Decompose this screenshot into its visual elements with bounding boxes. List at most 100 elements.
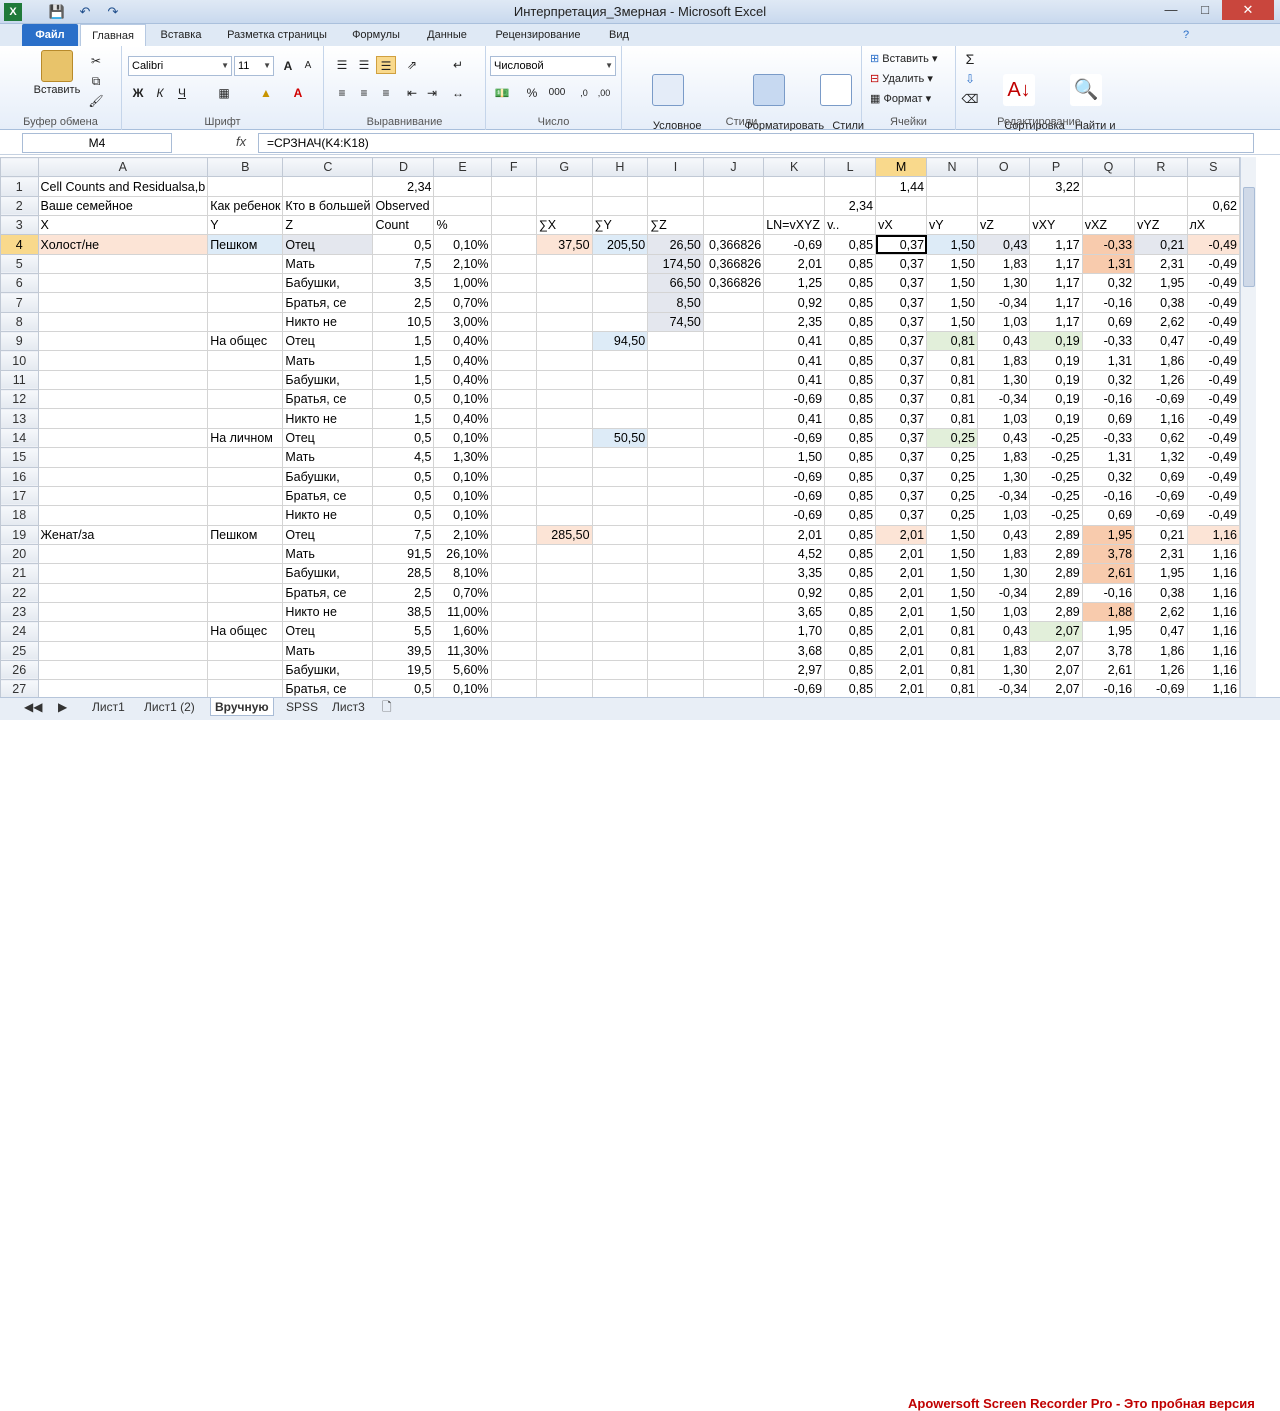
minimize-button[interactable]: — <box>1154 0 1188 20</box>
cell-h23[interactable] <box>591 601 649 623</box>
cell-n16[interactable]: 0,25 <box>926 466 979 487</box>
cell-q7[interactable]: -0,16 <box>1081 292 1136 313</box>
cell-r15[interactable]: 1,32 <box>1134 447 1188 468</box>
cell-f7[interactable] <box>490 292 537 313</box>
cell-d2[interactable]: Observed <box>372 195 435 217</box>
cell-f23[interactable] <box>490 601 537 623</box>
column-header-p[interactable]: P <box>1029 157 1083 178</box>
cell-d23[interactable]: 38,5 <box>372 601 435 623</box>
cell-s18[interactable]: -0,49 <box>1186 505 1240 526</box>
cell-n6[interactable]: 1,50 <box>926 273 979 294</box>
cell-o23[interactable]: 1,03 <box>977 601 1031 623</box>
cell-c8[interactable]: Никто не <box>282 311 374 333</box>
row-header[interactable]: 13 <box>0 408 39 429</box>
cell-e12[interactable]: 0,10% <box>433 389 492 410</box>
increase-decimal-icon[interactable]: ,0 <box>574 84 594 102</box>
format-cells-button[interactable]: ▦ Формат ▾ <box>870 90 931 108</box>
cell-d1[interactable]: 2,34 <box>372 176 435 197</box>
orientation-icon[interactable]: ⇗ <box>402 56 422 74</box>
shrink-font-icon[interactable]: A <box>298 57 318 75</box>
sheet-tab-5[interactable]: Лист3 <box>328 698 369 716</box>
merge-center-icon[interactable]: ↔ <box>448 84 468 102</box>
cell-a10[interactable] <box>37 350 209 371</box>
cell-o20[interactable]: 1,83 <box>977 543 1031 565</box>
cell-j7[interactable] <box>702 292 765 313</box>
increase-indent-icon[interactable]: ⇥ <box>422 84 442 102</box>
cell-k15[interactable]: 1,50 <box>763 447 826 468</box>
cell-r21[interactable]: 1,95 <box>1134 563 1188 584</box>
cell-b17[interactable] <box>207 485 284 507</box>
cell-p18[interactable]: -0,25 <box>1029 505 1083 526</box>
cell-h5[interactable] <box>591 253 649 275</box>
cell-f9[interactable] <box>490 331 537 352</box>
cell-a17[interactable] <box>37 485 209 507</box>
cell-j16[interactable] <box>702 466 765 487</box>
cell-r5[interactable]: 2,31 <box>1134 253 1188 275</box>
cell-m24[interactable]: 2,01 <box>875 621 928 642</box>
row-header[interactable]: 12 <box>0 389 39 410</box>
cell-r4[interactable]: 0,21 <box>1134 234 1188 255</box>
cell-m26[interactable]: 2,01 <box>875 659 928 681</box>
cell-j23[interactable] <box>702 601 765 623</box>
cell-h24[interactable] <box>591 621 649 642</box>
cell-q14[interactable]: -0,33 <box>1081 427 1136 449</box>
cell-n14[interactable]: 0,25 <box>926 427 979 449</box>
cell-h21[interactable] <box>591 563 649 584</box>
cell-p22[interactable]: 2,89 <box>1029 582 1083 603</box>
cell-c22[interactable]: Братья, се <box>282 582 374 603</box>
cell-k9[interactable]: 0,41 <box>763 331 826 352</box>
cell-f6[interactable] <box>490 273 537 294</box>
cell-e15[interactable]: 1,30% <box>433 447 492 468</box>
cell-f22[interactable] <box>490 582 537 603</box>
cell-h16[interactable] <box>591 466 649 487</box>
cell-i13[interactable] <box>647 408 704 429</box>
cell-p25[interactable]: 2,07 <box>1029 640 1083 661</box>
cell-b13[interactable] <box>207 408 284 429</box>
cell-m12[interactable]: 0,37 <box>875 389 928 410</box>
cell-e11[interactable]: 0,40% <box>433 369 492 391</box>
cell-s16[interactable]: -0,49 <box>1186 466 1240 487</box>
cell-j14[interactable] <box>702 427 765 449</box>
cell-g4[interactable]: 37,50 <box>535 234 593 255</box>
cell-l25[interactable]: 0,85 <box>824 640 877 661</box>
cell-k11[interactable]: 0,41 <box>763 369 826 391</box>
fill-color-icon[interactable]: ▲ <box>256 84 276 102</box>
cell-m18[interactable]: 0,37 <box>875 505 928 526</box>
cell-e13[interactable]: 0,40% <box>433 408 492 429</box>
cell-f21[interactable] <box>490 563 537 584</box>
cell-s10[interactable]: -0,49 <box>1186 350 1240 371</box>
row-header[interactable]: 15 <box>0 447 39 468</box>
cell-d25[interactable]: 39,5 <box>372 640 435 661</box>
cell-r16[interactable]: 0,69 <box>1134 466 1188 487</box>
sheet-tab-4[interactable]: SPSS <box>282 698 322 716</box>
cell-s25[interactable]: 1,16 <box>1186 640 1240 661</box>
cell-o22[interactable]: -0,34 <box>977 582 1031 603</box>
cell-h6[interactable] <box>591 273 649 294</box>
cell-s21[interactable]: 1,16 <box>1186 563 1240 584</box>
cell-r12[interactable]: -0,69 <box>1134 389 1188 410</box>
column-header-b[interactable]: B <box>207 157 284 178</box>
cell-d10[interactable]: 1,5 <box>372 350 435 371</box>
cell-d17[interactable]: 0,5 <box>372 485 435 507</box>
column-header-c[interactable]: C <box>282 157 374 178</box>
cell-k24[interactable]: 1,70 <box>763 621 826 642</box>
cell-l10[interactable]: 0,85 <box>824 350 877 371</box>
cell-m10[interactable]: 0,37 <box>875 350 928 371</box>
row-header[interactable]: 7 <box>0 292 39 313</box>
cell-f19[interactable] <box>490 524 537 545</box>
cell-q3[interactable]: vXZ <box>1081 215 1136 236</box>
cell-d13[interactable]: 1,5 <box>372 408 435 429</box>
cell-c7[interactable]: Братья, се <box>282 292 374 313</box>
cell-b23[interactable] <box>207 601 284 623</box>
cell-g8[interactable] <box>535 311 593 333</box>
wrap-text-icon[interactable]: ↵ <box>448 56 468 74</box>
cell-a15[interactable] <box>37 447 209 468</box>
font-size-select[interactable]: 11 ▼ <box>234 56 274 76</box>
cell-i19[interactable] <box>647 524 704 545</box>
cell-m21[interactable]: 2,01 <box>875 563 928 584</box>
cell-i7[interactable]: 8,50 <box>647 292 704 313</box>
grow-font-icon[interactable]: A <box>278 57 298 75</box>
cell-b6[interactable] <box>207 273 284 294</box>
cell-i3[interactable]: ∑Z <box>647 215 704 236</box>
cell-r1[interactable] <box>1134 176 1188 197</box>
